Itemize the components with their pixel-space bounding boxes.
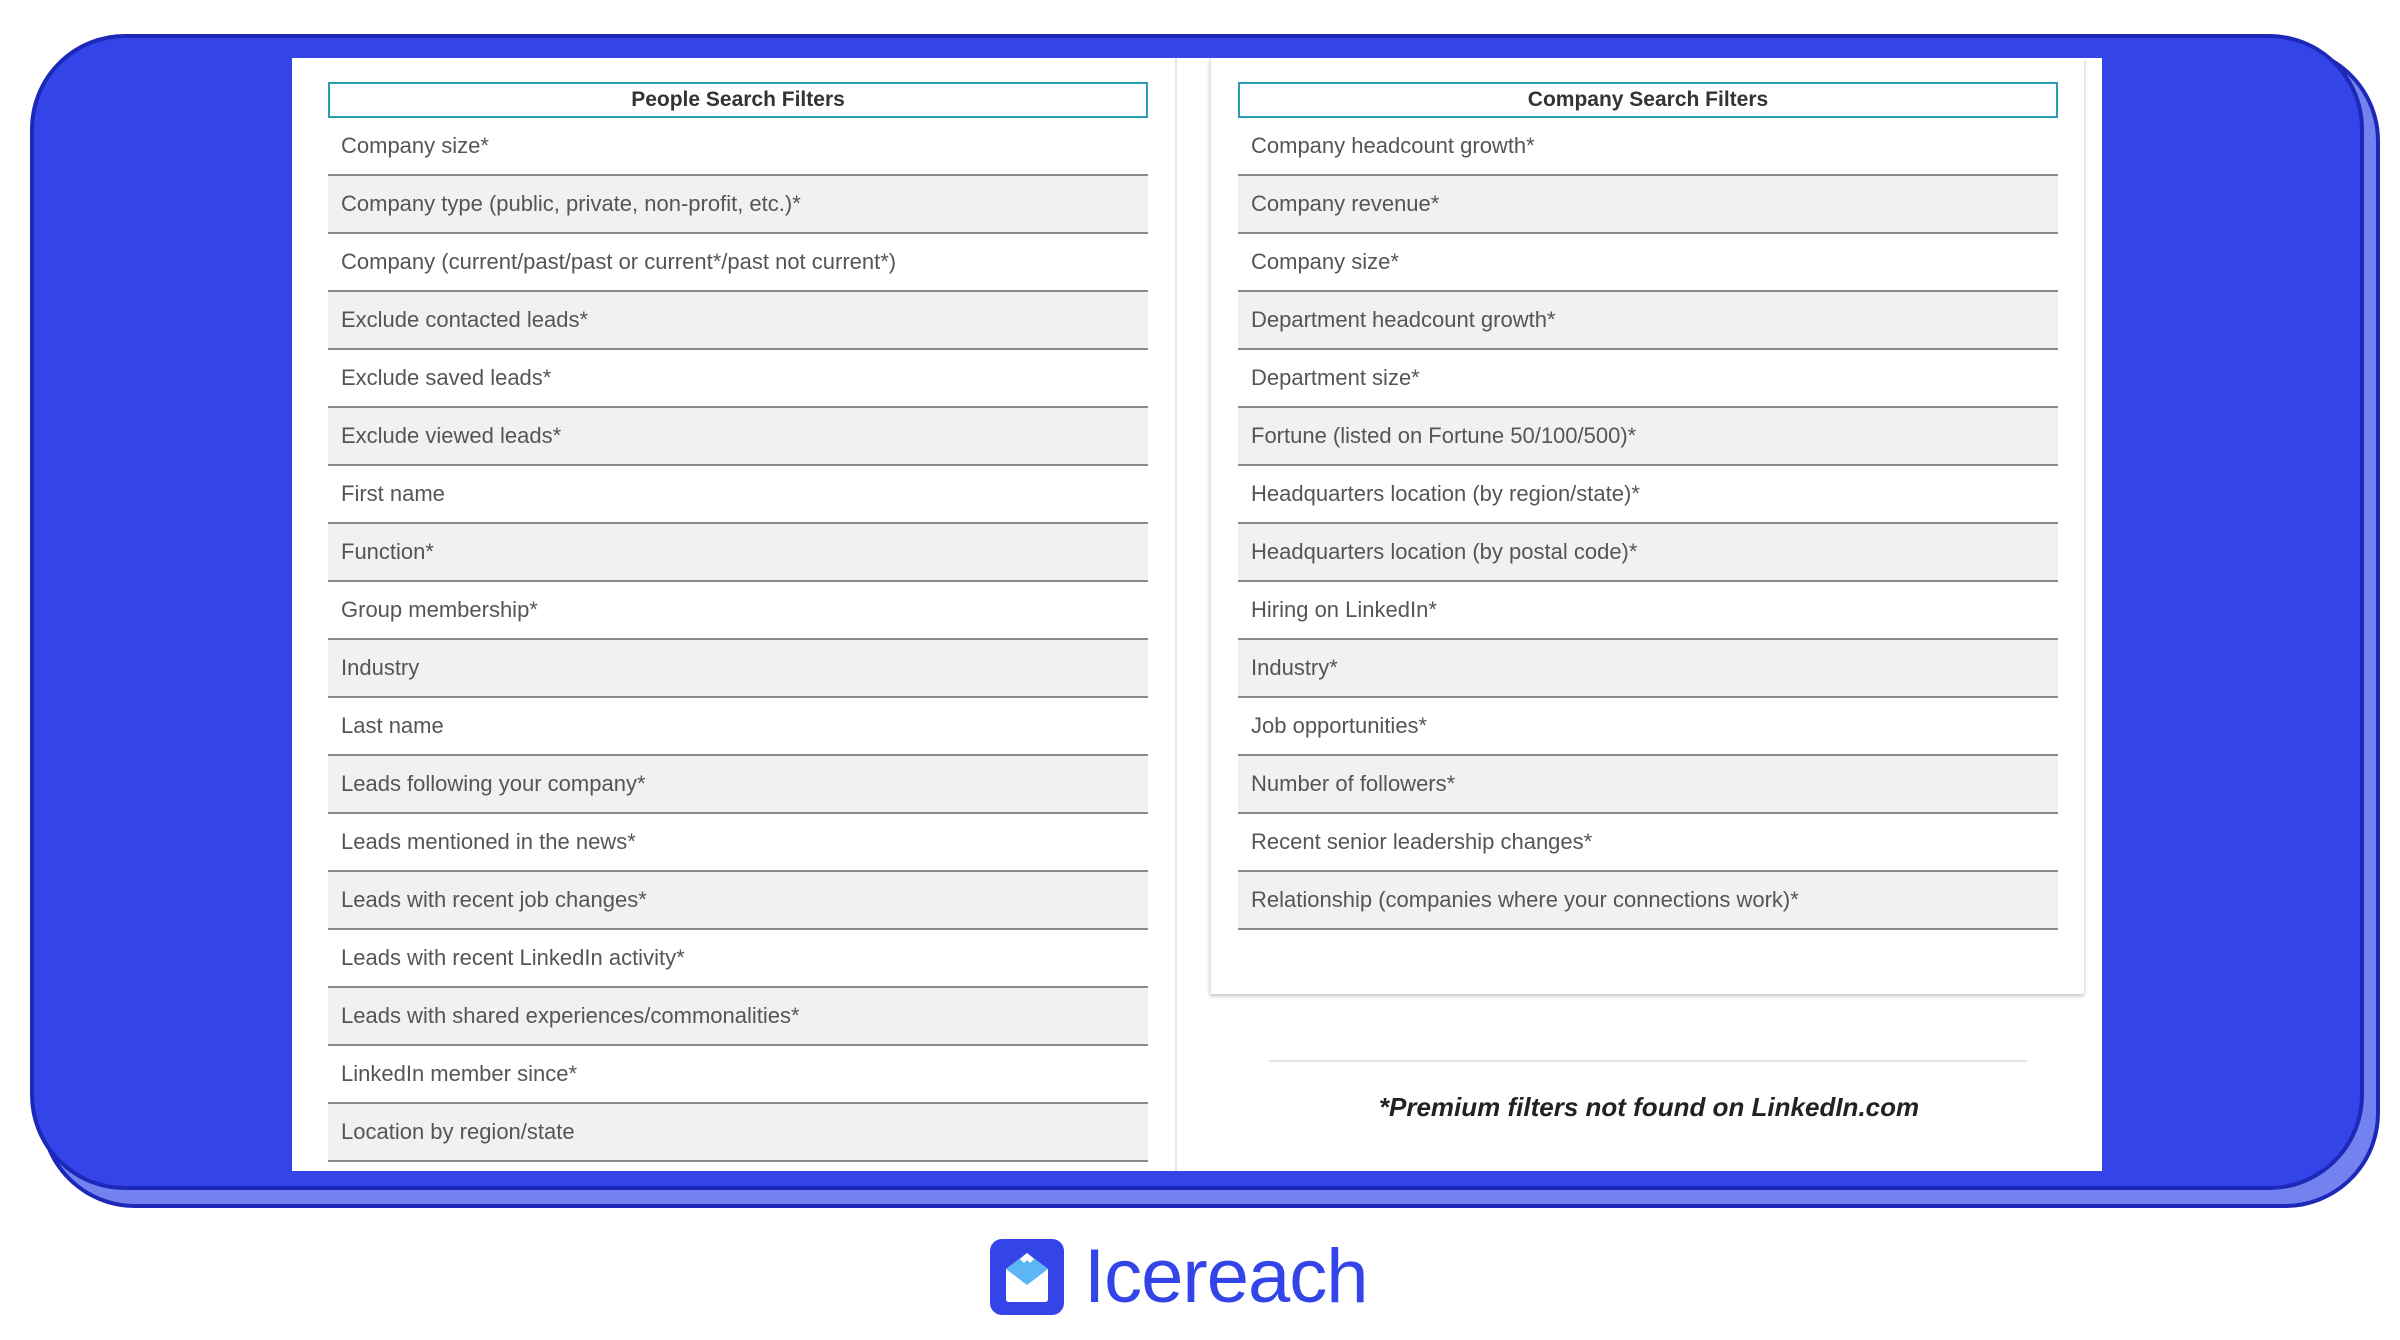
filter-row: Company size* [1238,234,2058,292]
envelope-mountain-icon [990,1238,1064,1315]
filter-row: Recent senior leadership changes* [1238,814,2058,872]
filter-row: Department headcount growth* [1238,292,2058,350]
filter-row: Location by region/state [328,1104,1148,1162]
separator [1269,1060,2027,1062]
filter-row: Group membership* [328,582,1148,640]
filter-row: Exclude saved leads* [328,350,1148,408]
filter-row: Last name [328,698,1148,756]
filter-row: Headquarters location (by region/state)* [1238,466,2058,524]
filter-row: Company (current/past/past or current*/p… [328,234,1148,292]
filter-row: First name [328,466,1148,524]
filter-row: Industry* [1238,640,2058,698]
company-filters-rows: Company headcount growth* Company revenue… [1238,118,2058,930]
people-filters-rows: Company size* Company type (public, priva… [328,118,1148,1162]
brand-name: Icereach [1084,1234,1368,1319]
brand-logo: Icereach [990,1233,1368,1320]
filter-row: Function* [328,524,1148,582]
filter-row: Company type (public, private, non-profi… [328,176,1148,234]
filter-row: LinkedIn member since* [328,1046,1148,1104]
footnote: *Premium filters not found on LinkedIn.c… [1378,1092,1920,1122]
filter-row: Leads with recent LinkedIn activity* [328,930,1148,988]
company-filters-table: Company Search Filters Company headcount… [1238,82,2058,930]
people-filters-header: People Search Filters [328,82,1148,118]
filter-row: Leads mentioned in the news* [328,814,1148,872]
filter-row: Exclude contacted leads* [328,292,1148,350]
filter-row: Company size* [328,118,1148,176]
filter-row: Leads following your company* [328,756,1148,814]
content-card: People Search Filters Company size* Compa… [292,58,2102,1171]
people-filters-table: People Search Filters Company size* Compa… [328,82,1148,1162]
filter-row: Hiring on LinkedIn* [1238,582,2058,640]
filter-row: Job opportunities* [1238,698,2058,756]
filter-row: Headquarters location (by postal code)* [1238,524,2058,582]
filter-row: Leads with shared experiences/commonalit… [328,988,1148,1046]
filter-row: Exclude viewed leads* [328,408,1148,466]
column-divider [1175,58,1177,1171]
filter-row: Number of followers* [1238,756,2058,814]
filter-row: Company headcount growth* [1238,118,2058,176]
filter-row: Relationship (companies where your conne… [1238,872,2058,930]
filter-row: Industry [328,640,1148,698]
filter-row: Leads with recent job changes* [328,872,1148,930]
company-filters-header: Company Search Filters [1238,82,2058,118]
filter-row: Company revenue* [1238,176,2058,234]
filter-row: Department size* [1238,350,2058,408]
filter-row: Fortune (listed on Fortune 50/100/500)* [1238,408,2058,466]
